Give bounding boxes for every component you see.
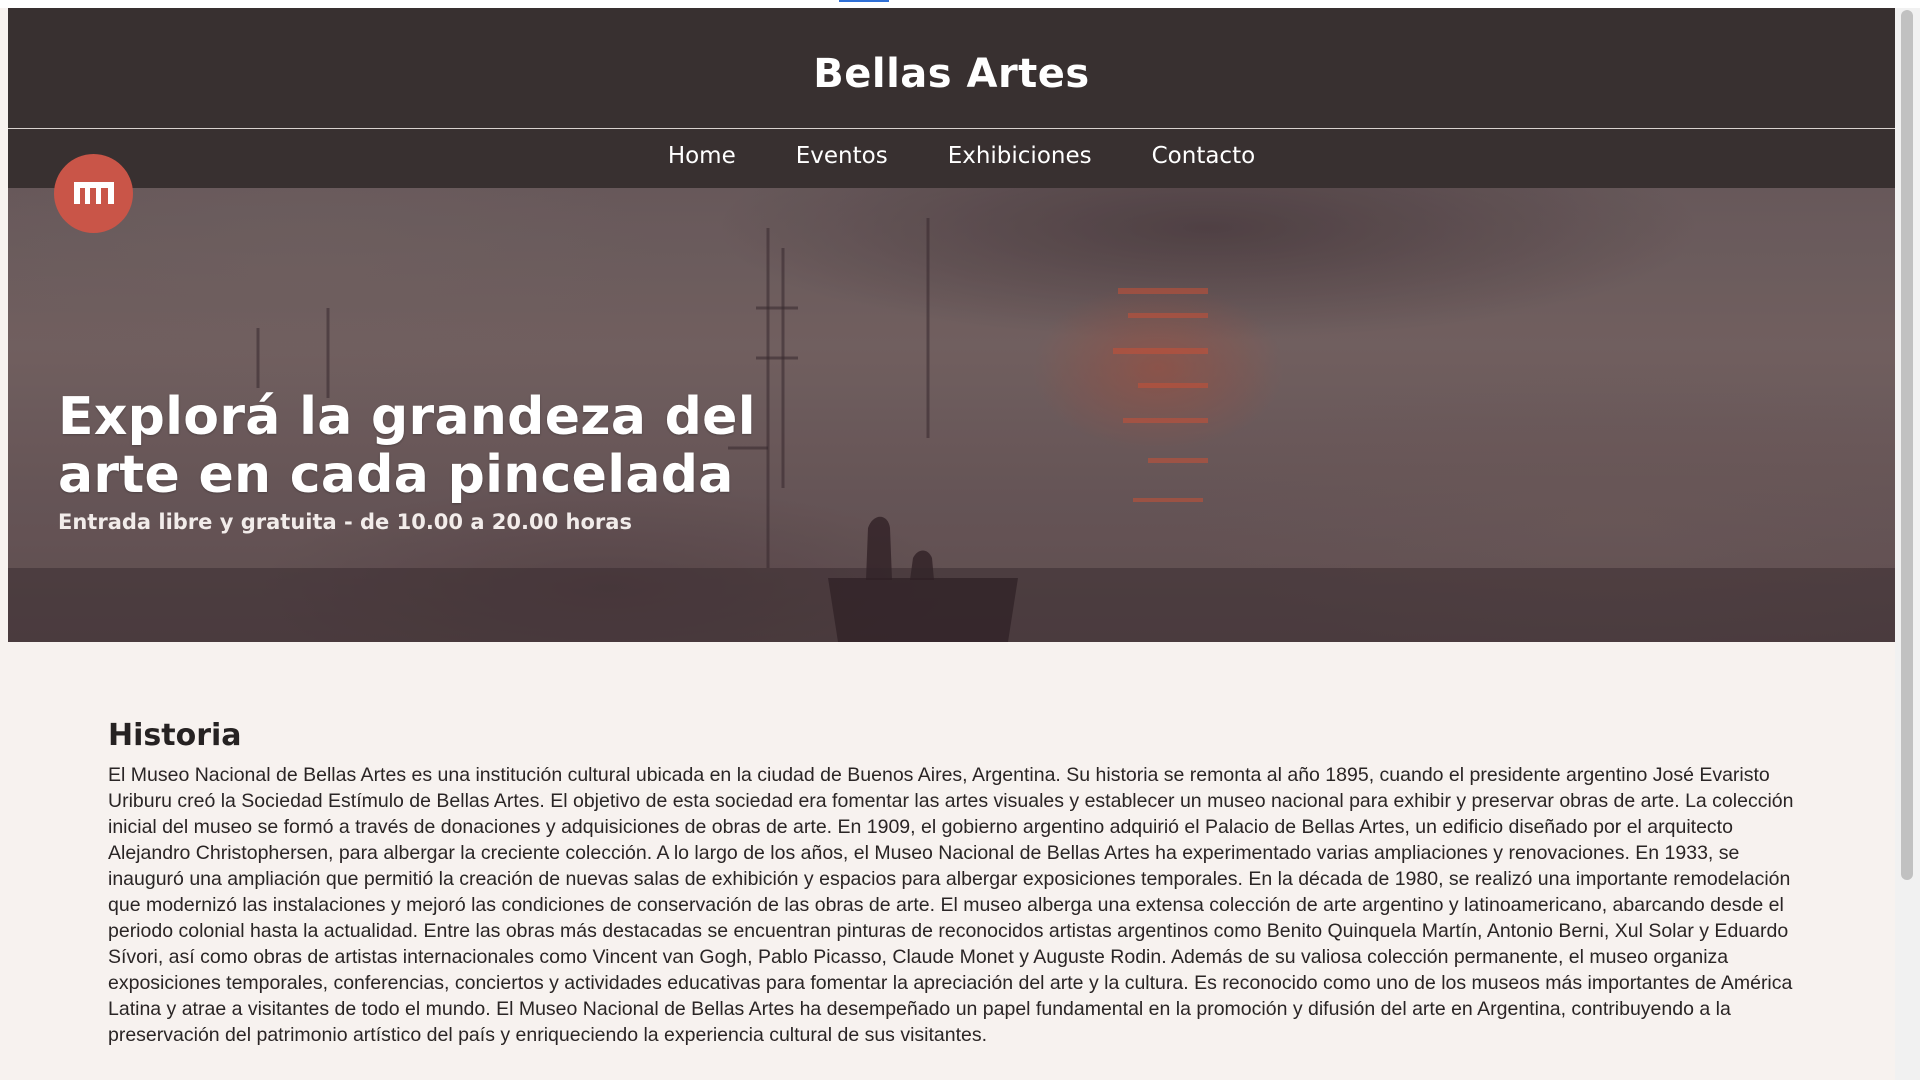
browser-viewport: Bellas Artes Home Eventos Exhibiciones C… bbox=[0, 0, 1920, 1080]
nav-link-eventos[interactable]: Eventos bbox=[796, 145, 888, 172]
historia-section: Historia El Museo Nacional de Bellas Art… bbox=[108, 718, 1806, 1048]
page-scrollbar[interactable] bbox=[1895, 8, 1920, 1080]
main-nav: Home Eventos Exhibiciones Contacto bbox=[8, 129, 1895, 188]
museum-columns-icon bbox=[74, 182, 114, 204]
site-title: Bellas Artes bbox=[813, 51, 1090, 97]
historia-title: Historia bbox=[108, 718, 242, 753]
tab-indicator bbox=[839, 0, 889, 2]
hero-heading-line2: arte en cada pincelada bbox=[58, 445, 734, 505]
hero-subheading: Entrada libre y gratuita - de 10.00 a 20… bbox=[58, 510, 632, 534]
museum-logo[interactable] bbox=[54, 154, 133, 233]
nav-list: Home Eventos Exhibiciones Contacto bbox=[8, 129, 1895, 188]
hero-heading: Explorá la grandeza del arte en cada pin… bbox=[58, 388, 858, 504]
nav-link-exhibiciones[interactable]: Exhibiciones bbox=[948, 145, 1092, 172]
hero-text: Explorá la grandeza del arte en cada pin… bbox=[58, 388, 858, 536]
historia-body: El Museo Nacional de Bellas Artes es una… bbox=[108, 764, 1794, 1046]
hero-banner: Explorá la grandeza del arte en cada pin… bbox=[8, 188, 1895, 642]
browser-top-strip bbox=[0, 0, 1920, 8]
site-header: Bellas Artes bbox=[8, 8, 1895, 129]
scrollbar-thumb[interactable] bbox=[1901, 10, 1913, 880]
hero-heading-line1: Explorá la grandeza del bbox=[58, 387, 756, 447]
page: Bellas Artes Home Eventos Exhibiciones C… bbox=[8, 8, 1895, 1080]
nav-link-contacto[interactable]: Contacto bbox=[1152, 145, 1256, 172]
nav-link-home[interactable]: Home bbox=[668, 145, 736, 172]
